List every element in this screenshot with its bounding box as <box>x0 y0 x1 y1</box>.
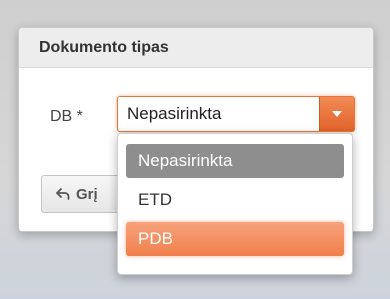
back-arrow-icon <box>56 188 70 200</box>
db-field-label: DB * <box>50 108 83 125</box>
option-etd[interactable]: ETD <box>126 183 344 217</box>
back-button-label: Grį <box>76 185 98 203</box>
dialog-title: Dokumento tipas <box>39 38 169 56</box>
dialog-header: Dokumento tipas <box>19 28 373 68</box>
db-dropdown-list: Nepasirinkta ETD PDB <box>117 133 353 275</box>
option-nepasirinkta[interactable]: Nepasirinkta <box>126 144 344 178</box>
dropdown-toggle-button[interactable] <box>319 97 354 131</box>
db-select[interactable]: Nepasirinkta <box>117 96 355 132</box>
db-select-value: Nepasirinkta <box>127 104 222 123</box>
chevron-down-icon <box>332 111 342 117</box>
option-pdb[interactable]: PDB <box>126 222 344 256</box>
